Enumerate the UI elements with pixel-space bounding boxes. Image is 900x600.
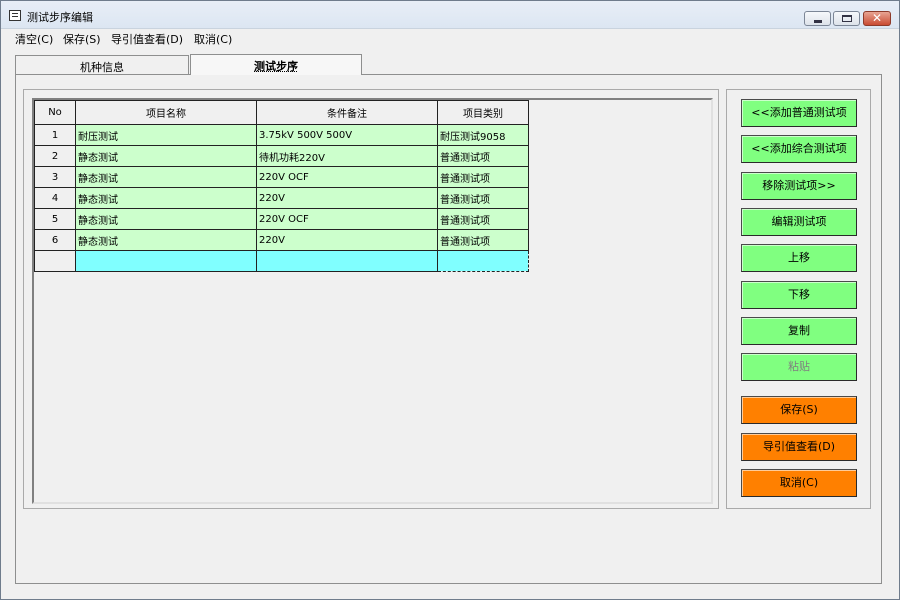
minimize-icon xyxy=(814,20,822,23)
maximize-button[interactable] xyxy=(833,11,860,26)
cell-condition-note[interactable]: 220V xyxy=(256,229,438,251)
column-header-condition-note[interactable]: 条件备注 xyxy=(256,100,438,125)
test-step-editor-window: 测试步序编辑 ✕ 清空(C) 保存(S) 导引值查看(D) 取消(C) 机种信息… xyxy=(0,0,900,600)
cell-condition-note[interactable]: 3.75kV 500V 500V xyxy=(256,124,438,146)
paste-button[interactable]: 粘贴 xyxy=(741,353,857,381)
table-row[interactable]: 4 静态测试 220V 普通测试项 xyxy=(34,187,529,209)
cell-item-name[interactable]: 耐压测试 xyxy=(75,124,257,146)
column-header-no[interactable]: No xyxy=(34,100,76,125)
cell-item-name[interactable]: 静态测试 xyxy=(75,208,257,230)
cell-condition-note[interactable]: 220V xyxy=(256,187,438,209)
cell-item-name[interactable] xyxy=(75,250,257,272)
table-row[interactable]: 3 静态测试 220V OCF 普通测试项 xyxy=(34,166,529,188)
row-number: 5 xyxy=(34,208,76,230)
edit-test-button[interactable]: 编辑测试项 xyxy=(741,208,857,236)
cell-item-name[interactable]: 静态测试 xyxy=(75,166,257,188)
row-number: 3 xyxy=(34,166,76,188)
cell-condition-note[interactable] xyxy=(256,250,438,272)
maximize-icon xyxy=(842,15,852,22)
remove-test-button[interactable]: 移除测试项>> xyxy=(741,172,857,200)
cell-item-name[interactable]: 静态测试 xyxy=(75,187,257,209)
move-up-button[interactable]: 上移 xyxy=(741,244,857,272)
cell-item-category[interactable]: 普通测试项 xyxy=(437,187,529,209)
view-guide-values-button[interactable]: 导引值查看(D) xyxy=(741,433,857,461)
table-row[interactable]: 6 静态测试 220V 普通测试项 xyxy=(34,229,529,251)
row-number: 4 xyxy=(34,187,76,209)
minimize-button[interactable] xyxy=(804,11,831,26)
menu-view-guide[interactable]: 导引值查看(D) xyxy=(111,31,183,47)
add-combined-test-button[interactable]: <<添加综合测试项 xyxy=(741,135,857,163)
cell-item-name[interactable]: 静态测试 xyxy=(75,145,257,167)
window-title: 测试步序编辑 xyxy=(27,11,93,24)
close-icon: ✕ xyxy=(871,11,883,25)
cell-item-name[interactable]: 静态测试 xyxy=(75,229,257,251)
add-normal-test-button[interactable]: <<添加普通测试项 xyxy=(741,99,857,127)
cell-condition-note[interactable]: 220V OCF xyxy=(256,166,438,188)
menu-save[interactable]: 保存(S) xyxy=(63,31,101,47)
cell-item-category[interactable]: 耐压测试9058 xyxy=(437,124,529,146)
row-number: 6 xyxy=(34,229,76,251)
test-step-table: No 项目名称 条件备注 项目类别 1 耐压测试 3.75kV 500V 500… xyxy=(34,100,529,272)
new-row[interactable] xyxy=(34,250,529,272)
table-row[interactable]: 2 静态测试 待机功耗220V 普通测试项 xyxy=(34,145,529,167)
menu-cancel[interactable]: 取消(C) xyxy=(194,31,232,47)
cell-item-category[interactable]: 普通测试项 xyxy=(437,166,529,188)
tab-model-info-label: 机种信息 xyxy=(80,61,124,74)
column-header-item-name[interactable]: 项目名称 xyxy=(75,100,257,125)
cancel-button[interactable]: 取消(C) xyxy=(741,469,857,497)
save-button[interactable]: 保存(S) xyxy=(741,396,857,424)
cell-condition-note[interactable]: 220V OCF xyxy=(256,208,438,230)
title-bar[interactable]: 测试步序编辑 ✕ xyxy=(1,1,899,29)
table-row[interactable]: 1 耐压测试 3.75kV 500V 500V 耐压测试9058 xyxy=(34,124,529,146)
tab-model-info[interactable]: 机种信息 xyxy=(15,55,189,75)
column-header-item-category[interactable]: 项目类别 xyxy=(437,100,529,125)
cell-item-category[interactable]: 普通测试项 xyxy=(437,208,529,230)
tab-test-steps-label: 测试步序 xyxy=(254,60,298,73)
menu-bar: 清空(C) 保存(S) 导引值查看(D) 取消(C) xyxy=(1,29,899,47)
cell-item-category-selected[interactable] xyxy=(437,250,529,272)
menu-clear[interactable]: 清空(C) xyxy=(15,31,53,47)
cell-item-category[interactable]: 普通测试项 xyxy=(437,145,529,167)
move-down-button[interactable]: 下移 xyxy=(741,281,857,309)
test-step-grid[interactable]: No 项目名称 条件备注 项目类别 1 耐压测试 3.75kV 500V 500… xyxy=(32,98,713,504)
row-number: 1 xyxy=(34,124,76,146)
row-number xyxy=(34,250,76,272)
table-header-row: No 项目名称 条件备注 项目类别 xyxy=(34,100,529,125)
copy-button[interactable]: 复制 xyxy=(741,317,857,345)
close-button[interactable]: ✕ xyxy=(863,11,891,26)
cell-condition-note[interactable]: 待机功耗220V xyxy=(256,145,438,167)
document-icon xyxy=(9,10,21,21)
row-number: 2 xyxy=(34,145,76,167)
table-row[interactable]: 5 静态测试 220V OCF 普通测试项 xyxy=(34,208,529,230)
tab-test-steps[interactable]: 测试步序 xyxy=(190,54,362,75)
cell-item-category[interactable]: 普通测试项 xyxy=(437,229,529,251)
